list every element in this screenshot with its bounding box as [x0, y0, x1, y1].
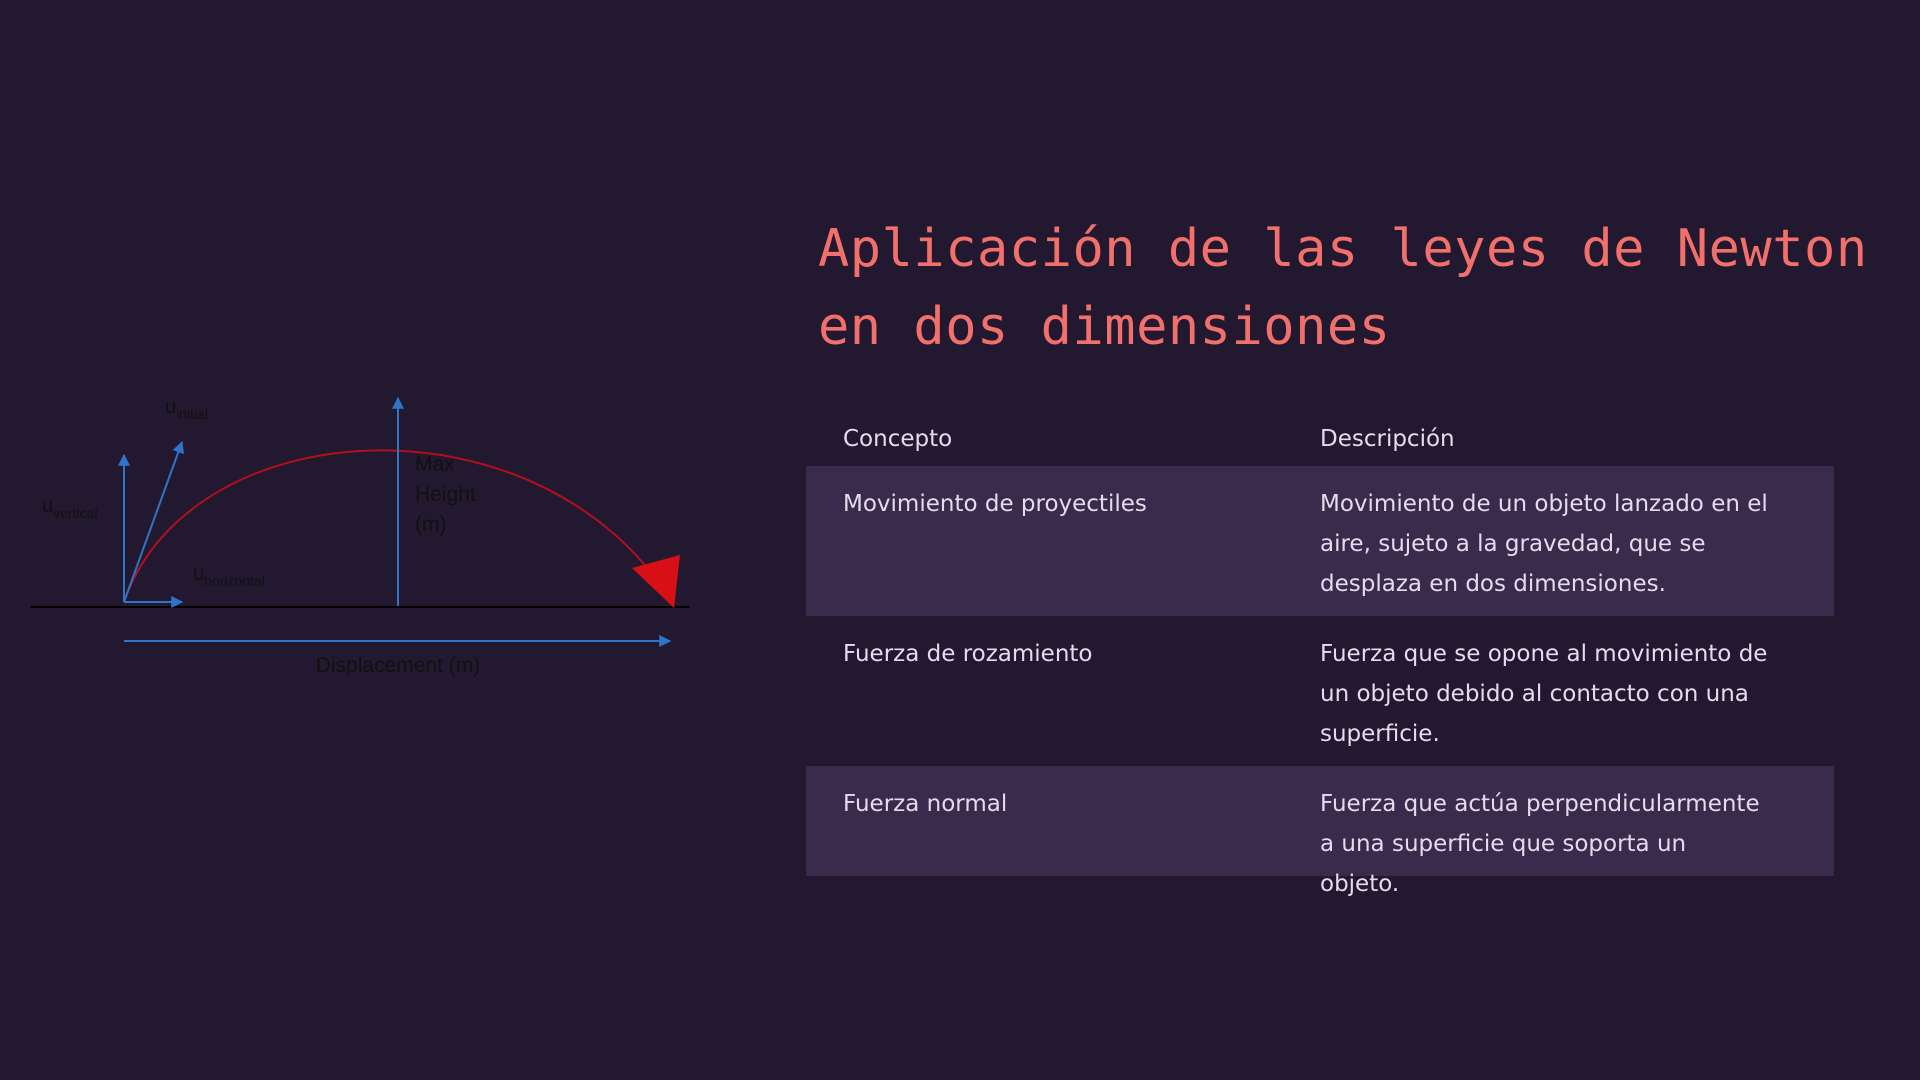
projectile-diagram-svg: uinitial uvertical uhorizontal Max Heigh…: [30, 396, 690, 677]
table-row: Fuerza normal Fuerza que actúa perpendic…: [806, 766, 1834, 897]
projectile-diagram: uinitial uvertical uhorizontal Max Heigh…: [20, 370, 700, 690]
concept-cell: Fuerza de rozamiento: [843, 641, 1093, 667]
header-concept: Concepto: [843, 426, 953, 452]
label-horizontal: uhorizontal: [193, 563, 265, 589]
concepts-table: Concepto Descripción Movimiento de proye…: [806, 412, 1834, 897]
title-line-1: Aplicación de las leyes de Newton: [818, 219, 1868, 279]
table-row: Movimiento de proyectiles Movimiento de …: [806, 466, 1834, 616]
slide-title: Aplicación de las leyes de Newton en dos…: [818, 210, 1878, 366]
title-line-2: en dos dimensiones: [818, 297, 1391, 357]
label-max-height: Max Height (m): [415, 453, 482, 536]
concept-cell: Fuerza normal: [843, 791, 1008, 817]
initial-vector: [123, 440, 184, 603]
description-cell: Movimiento de un objeto lanzado en el ai…: [1320, 491, 1768, 597]
label-initial: uinitial: [165, 396, 208, 422]
header-description: Descripción: [1320, 426, 1455, 452]
label-vertical: uvertical: [42, 495, 97, 521]
description-cell: Fuerza que actúa perpendicularmente a un…: [1320, 791, 1760, 897]
concept-cell: Movimiento de proyectiles: [843, 491, 1147, 517]
label-displacement: Displacement (m): [316, 654, 481, 677]
description-cell: Fuerza que se opone al movimiento de un …: [1320, 641, 1768, 747]
table-header: Concepto Descripción: [806, 412, 1834, 466]
table-row: Fuerza de rozamiento Fuerza que se opone…: [806, 616, 1834, 766]
trajectory-arrowhead: [632, 555, 680, 608]
